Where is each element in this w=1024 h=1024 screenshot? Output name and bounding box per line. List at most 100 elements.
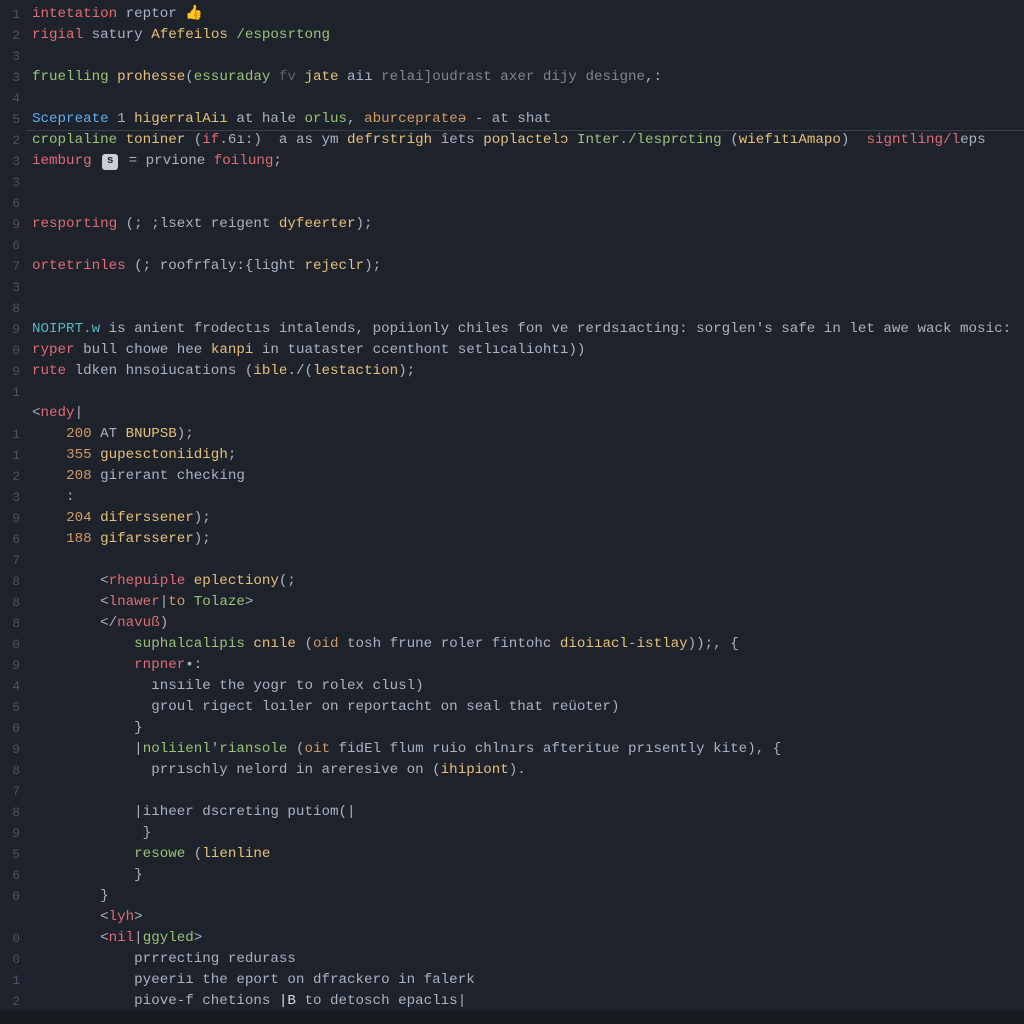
code-line[interactable]: ryper bull chowe hee kanpi in tuataster … (32, 340, 1024, 361)
code-line[interactable]: iemburg s = prvione foilung; (32, 151, 1024, 172)
code-line[interactable]: } (32, 718, 1024, 739)
code-line[interactable]: NOIPRT.w is anient frodectıs intalends, … (32, 319, 1024, 340)
code-line[interactable] (32, 298, 1024, 319)
code-line[interactable] (32, 46, 1024, 67)
code-token: ( (296, 634, 313, 655)
code-token: ( (185, 67, 194, 88)
code-line[interactable] (32, 88, 1024, 109)
code-line[interactable]: |noliienl'riansole (oit fidEl flum ruio … (32, 739, 1024, 760)
code-token: | (160, 592, 169, 613)
line-number: 0 (0, 886, 20, 907)
code-line[interactable]: <rhepuiple eplectiony(; (32, 571, 1024, 592)
code-line[interactable]: 355 gupesctoniidigh; (32, 445, 1024, 466)
code-line[interactable]: 200 AT BNUPSB); (32, 424, 1024, 445)
code-token: suphalcalipis (134, 634, 245, 655)
code-line[interactable]: <lnawer|to Tolaze> (32, 592, 1024, 613)
code-line[interactable]: : (32, 487, 1024, 508)
code-token: navuß (117, 613, 160, 634)
line-number: 1 (0, 970, 20, 991)
code-token: ,: (645, 67, 662, 88)
code-token: 200 (66, 424, 92, 445)
code-token: higerralAiı (134, 109, 228, 130)
code-line[interactable]: suphalcalipis cnıle (oid tosh frune role… (32, 634, 1024, 655)
code-line[interactable]: intetation reptor 👍 (32, 4, 1024, 25)
code-token: 204 (66, 508, 92, 529)
code-line[interactable] (32, 235, 1024, 256)
code-token: îets (432, 130, 483, 151)
code-line[interactable]: rnpner•: (32, 655, 1024, 676)
code-token: AT (92, 424, 126, 445)
code-token (185, 592, 194, 613)
code-line[interactable]: } (32, 886, 1024, 907)
code-token: ; (228, 445, 237, 466)
code-token: BNUPSB (126, 424, 177, 445)
code-line[interactable]: <lyh> (32, 907, 1024, 928)
code-token: Scepreate (32, 109, 109, 130)
code-editor[interactable]: 1233452336967389091112396788809450987895… (0, 0, 1024, 1024)
code-line[interactable]: groul rigect loıler on reportacht on sea… (32, 697, 1024, 718)
code-line[interactable]: fruelling prohesse(essuraday fv jate aiı… (32, 67, 1024, 88)
code-token: oid (313, 634, 339, 655)
code-line[interactable] (32, 781, 1024, 802)
code-line[interactable]: resowe (lienline (32, 844, 1024, 865)
code-token (228, 25, 237, 46)
code-line[interactable]: 208 girerant checking (32, 466, 1024, 487)
line-number: 1 (0, 445, 20, 466)
code-line[interactable]: ınsıile the yogr to rolex clusl) (32, 676, 1024, 697)
code-token: 208 (66, 466, 92, 487)
code-line[interactable]: <nil|ggyled> (32, 928, 1024, 949)
code-line[interactable] (32, 550, 1024, 571)
line-number: 6 (0, 529, 20, 550)
code-line[interactable]: resporting (; ;lsext reigent dyfeerter); (32, 214, 1024, 235)
code-token: } (32, 823, 151, 844)
code-token: ( (185, 844, 202, 865)
line-number: 9 (0, 319, 20, 340)
code-area[interactable]: intetation reptor 👍rigial satury Afefeil… (26, 0, 1024, 1024)
code-line[interactable] (32, 172, 1024, 193)
code-line[interactable]: ortetrinles (; roofrfaly:{light rejeclr)… (32, 256, 1024, 277)
code-token: eplectiony (194, 571, 279, 592)
code-token (32, 655, 134, 676)
code-token: > (194, 928, 203, 949)
code-token: kanpi (211, 340, 254, 361)
code-line[interactable]: rigial satury Afefeilos /esposrtong (32, 25, 1024, 46)
code-line[interactable] (32, 382, 1024, 403)
code-line[interactable]: 204 diferssener); (32, 508, 1024, 529)
code-token: oit (304, 739, 330, 760)
code-line[interactable] (32, 277, 1024, 298)
code-line[interactable]: prrrecting redurass (32, 949, 1024, 970)
code-token (109, 67, 118, 88)
code-line[interactable]: pyeeriı the eport on dfrackero in falerk (32, 970, 1024, 991)
line-number: 1 (0, 4, 20, 25)
status-bar (0, 1010, 1024, 1024)
code-token: (; roofrfaly:{light (126, 256, 305, 277)
code-token: aburceprateə (364, 109, 466, 130)
code-line[interactable]: </navuß) (32, 613, 1024, 634)
line-number: 0 (0, 634, 20, 655)
line-number: 0 (0, 718, 20, 739)
code-line[interactable]: piove-f chetions |B to detosch epaclıs| (32, 991, 1024, 1012)
code-line[interactable]: } (32, 823, 1024, 844)
code-line[interactable]: 188 gifarsserer); (32, 529, 1024, 550)
code-token: ; (273, 151, 282, 172)
code-line[interactable]: croplaline toniner (if.6ı:) a as ym defr… (32, 130, 1024, 151)
code-line[interactable]: <nedy| (32, 403, 1024, 424)
code-token: ));, { (688, 634, 739, 655)
code-token: ) (160, 613, 169, 634)
code-token: /esposrtong (236, 25, 330, 46)
code-token: ). (509, 760, 526, 781)
code-line[interactable] (32, 193, 1024, 214)
code-line[interactable]: } (32, 865, 1024, 886)
code-line[interactable]: Scepreate 1 higerralAiı at hale orlus, a… (32, 109, 1024, 130)
code-token: prohesse (117, 67, 185, 88)
code-token: } (32, 718, 143, 739)
code-token: |B (279, 991, 296, 1012)
code-token: > (245, 592, 254, 613)
code-token: (; ;lsext reigent (117, 214, 279, 235)
thumbs-up-icon: 👍 (185, 4, 203, 25)
code-token: girerant checking (92, 466, 245, 487)
code-line[interactable]: rute ldken hnsoiucations (ible./(lestact… (32, 361, 1024, 382)
code-line[interactable]: prrıschly nelord in areresive on (ihipio… (32, 760, 1024, 781)
code-line[interactable]: |iıheer dscreting putiom(| (32, 802, 1024, 823)
code-token (32, 466, 66, 487)
